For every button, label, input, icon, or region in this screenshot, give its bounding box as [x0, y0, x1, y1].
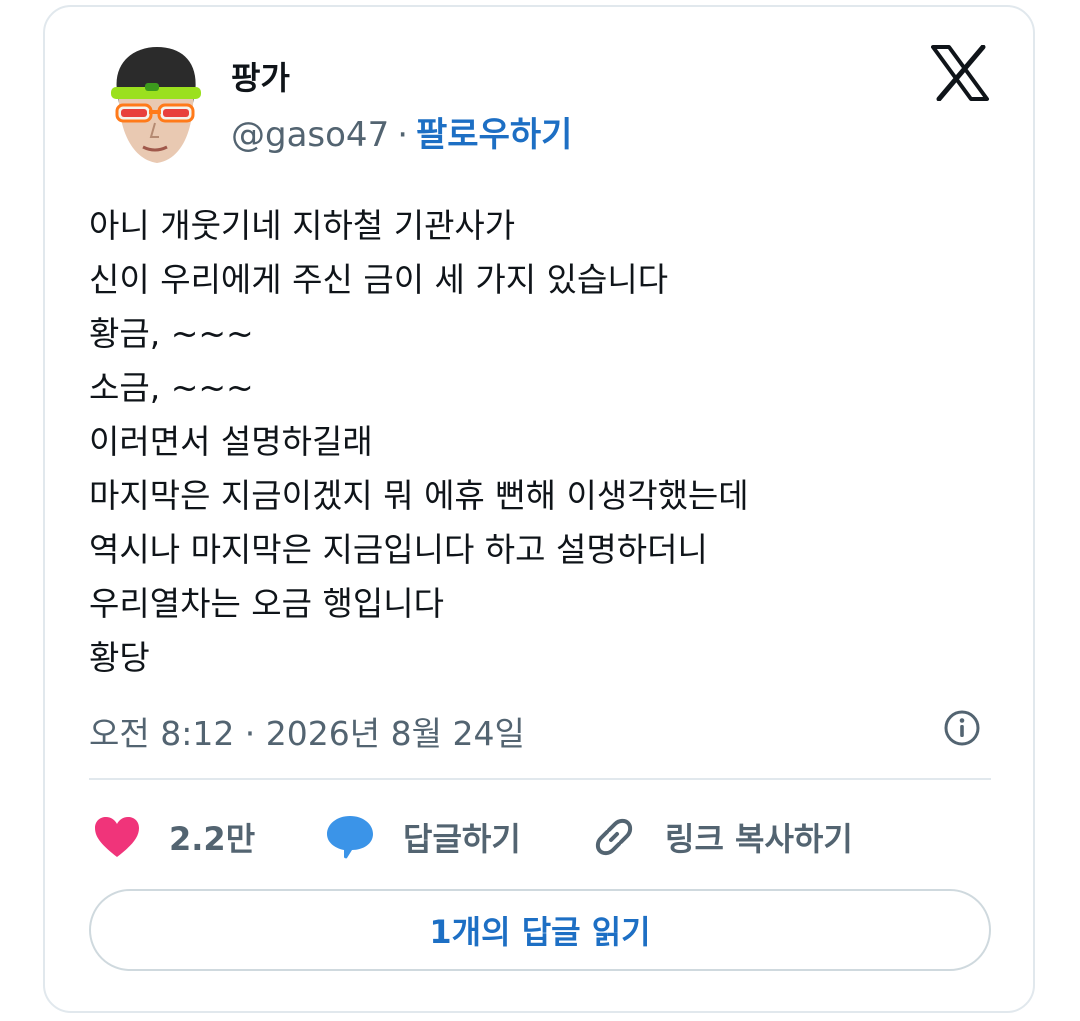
copy-link-label: 링크 복사하기 — [665, 820, 853, 858]
tweet-line: 황금, ~~~ — [89, 314, 254, 353]
tweet-line: 신이 우리에게 주신 금이 세 가지 있습니다 — [89, 260, 669, 299]
tweet-line: 황당 — [89, 638, 150, 677]
tweet-line: 우리열차는 오금 행입니다 — [89, 584, 444, 623]
tweet-line: 이러면서 설명하길래 — [89, 422, 373, 461]
follow-button[interactable]: 팔로우하기 — [416, 115, 572, 155]
read-replies-button[interactable]: 1개의 답글 읽기 — [89, 889, 991, 971]
tweet-text: 아니 개웃기네 지하철 기관사가 신이 우리에게 주신 금이 세 가지 있습니다… — [89, 199, 989, 685]
heart-icon — [95, 817, 139, 857]
info-icon[interactable] — [943, 709, 981, 747]
author-handle[interactable]: @gaso47 — [231, 115, 389, 155]
link-icon — [595, 818, 633, 856]
reply-button[interactable]: 답글하기 — [325, 807, 521, 867]
speech-bubble-icon — [327, 816, 373, 859]
avatar[interactable] — [105, 43, 205, 167]
tweet-line: 마지막은 지금이겠지 뭐 에휴 뻔해 이생각했는데 — [89, 476, 749, 515]
tweet-line: 소금, ~~~ — [89, 368, 254, 407]
author-handle-row: @gaso47 · 팔로우하기 — [231, 107, 572, 156]
like-count: 2.2만 — [169, 820, 256, 858]
tweet-card: 팡가 @gaso47 · 팔로우하기 아니 개웃기네 지하철 기관사가 신이 우리에… — [43, 5, 1035, 1013]
reply-label: 답글하기 — [403, 820, 521, 858]
divider — [89, 778, 991, 780]
copy-link-button[interactable]: 링크 복사하기 — [591, 807, 853, 867]
separator-dot: · — [397, 115, 409, 155]
like-button[interactable]: 2.2만 — [93, 807, 255, 867]
tweet-line: 역시나 마지막은 지금입니다 하고 설명하더니 — [89, 530, 708, 569]
author-name[interactable]: 팡가 — [231, 53, 290, 99]
tweet-line: 아니 개웃기네 지하철 기관사가 — [89, 206, 516, 245]
tweet-timestamp[interactable]: 오전 8:12 · 2026년 8월 24일 — [89, 707, 525, 755]
x-logo-icon[interactable] — [931, 45, 989, 101]
